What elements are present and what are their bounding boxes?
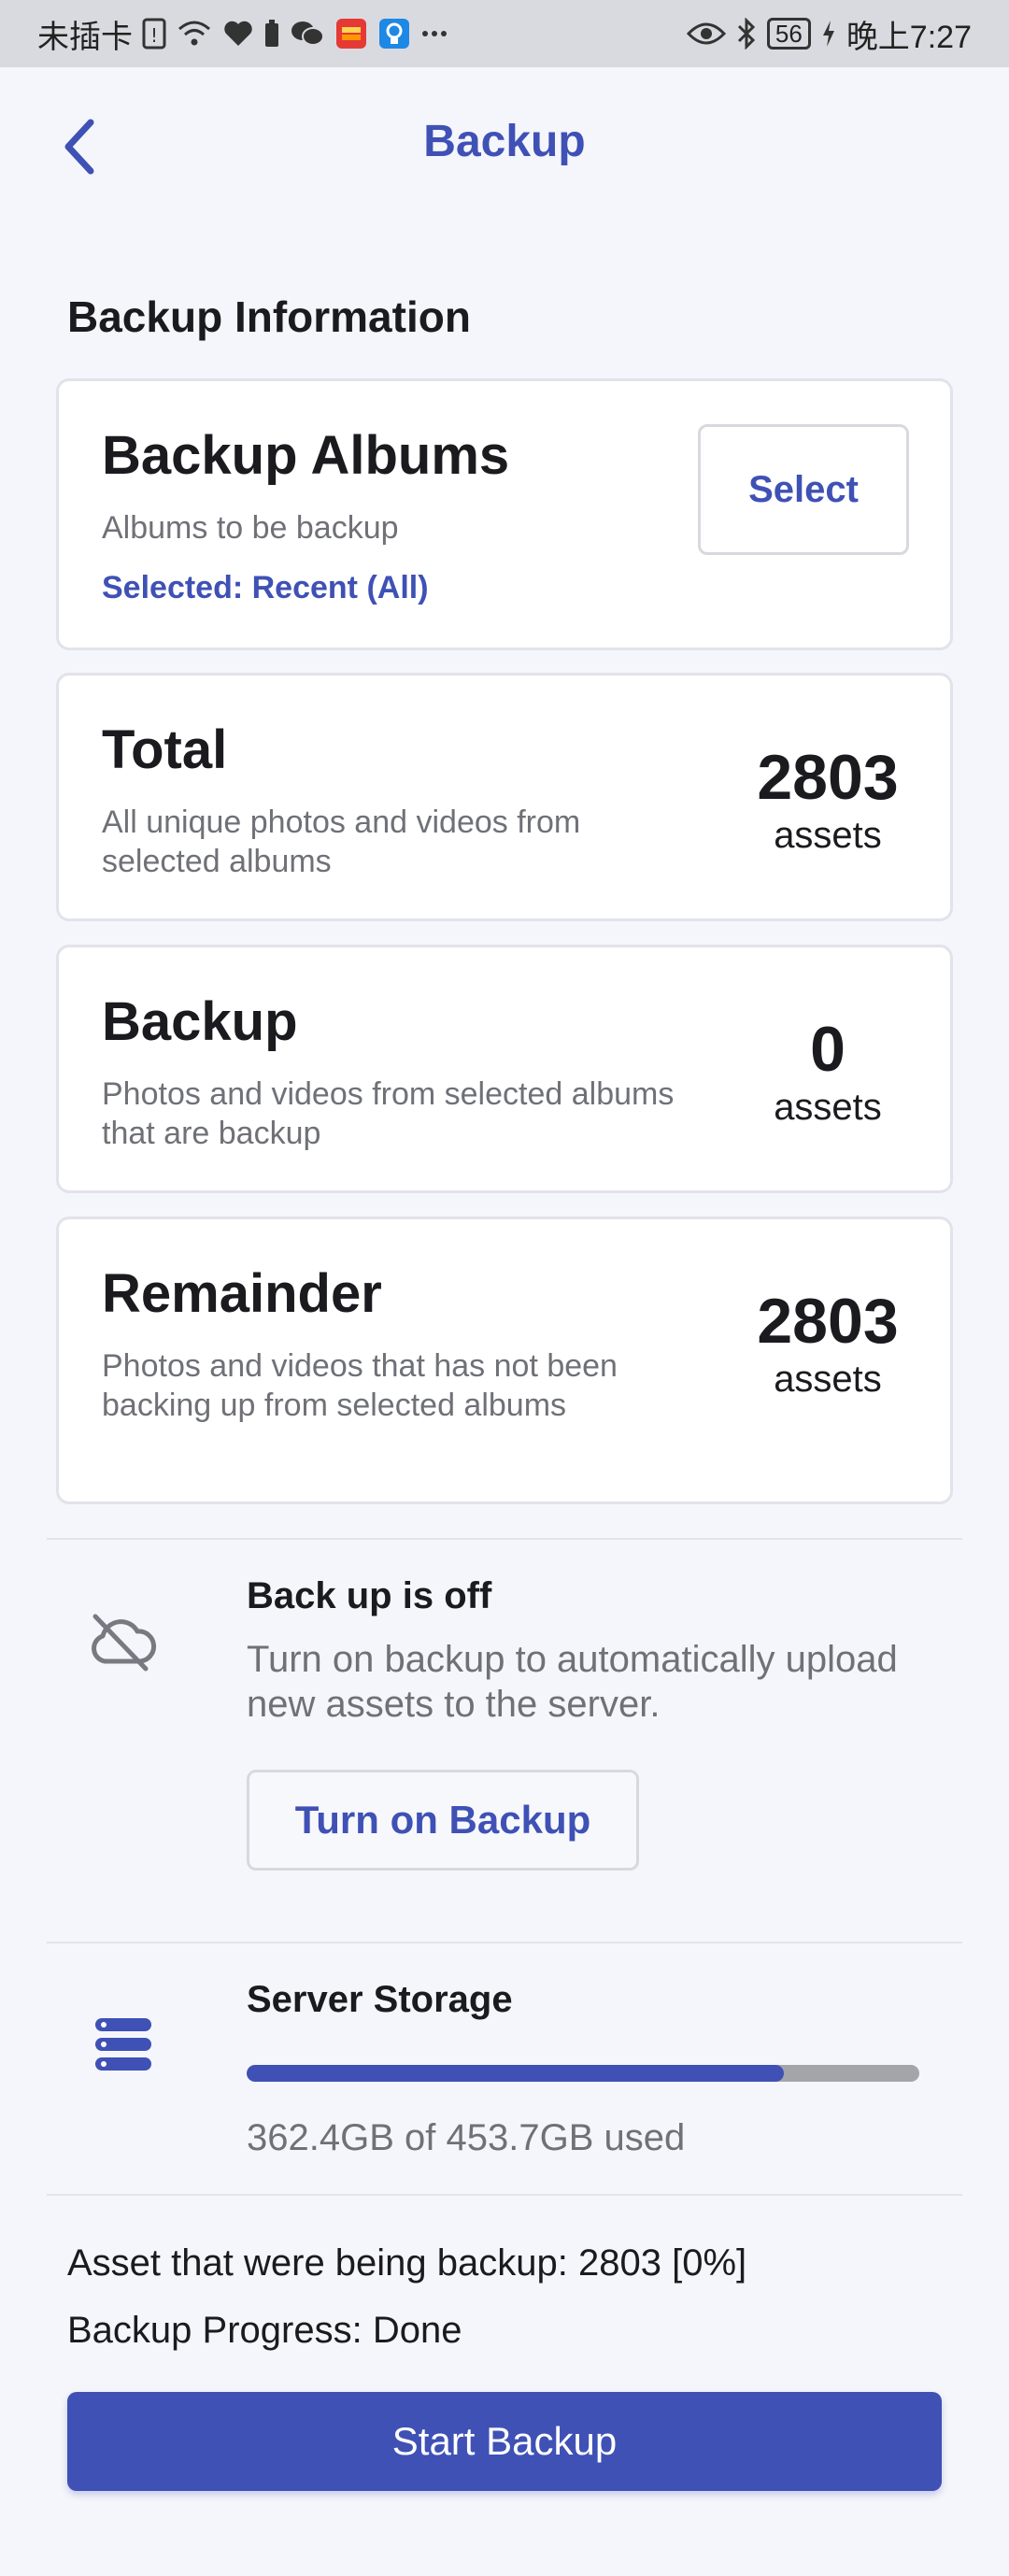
clock: 晚上7:27 <box>846 19 972 55</box>
assets-being-backed-up: Asset that were being backup: 2803 [0%] <box>67 2242 747 2284</box>
server-storage-title: Server Storage <box>247 1979 513 2020</box>
card-subtitle: Albums to be backup <box>102 510 399 546</box>
remainder-card: Remainder Photos and videos that has not… <box>56 1217 953 1504</box>
health-icon <box>222 17 254 50</box>
wifi-icon <box>176 17 213 50</box>
count-unit: assets <box>774 1359 882 1400</box>
count-unit: assets <box>774 815 882 856</box>
divider <box>47 1942 962 1943</box>
backup-progress-status: Backup Progress: Done <box>67 2310 462 2351</box>
divider <box>47 1538 962 1540</box>
storage-progress-fill <box>247 2065 785 2082</box>
cloud-off-icon <box>84 1605 159 1680</box>
status-bar: 未插卡 ! 56 晚上7:27 <box>0 0 1009 67</box>
card-subtitle: Photos and videos that has not been back… <box>102 1348 618 1423</box>
bulb-app-icon <box>377 17 411 50</box>
count-value: 2803 <box>757 742 899 813</box>
backup-albums-card: Backup Albums Albums to be backup Select… <box>56 378 953 650</box>
card-title: Backup Albums <box>102 425 510 486</box>
count-value: 0 <box>810 1014 846 1085</box>
backup-status-title: Back up is off <box>247 1575 492 1616</box>
app-bar: Backup <box>0 67 1009 226</box>
count-value: 2803 <box>757 1286 899 1357</box>
bluetooth-icon <box>735 17 758 50</box>
card-title: Backup <box>102 991 298 1052</box>
storage-usage-text: 362.4GB of 453.7GB used <box>247 2117 686 2158</box>
wechat-icon <box>290 17 325 50</box>
card-title: Total <box>102 719 228 780</box>
page-title: Backup <box>423 117 586 166</box>
select-albums-button[interactable]: Select <box>698 424 909 555</box>
card-subtitle: Photos and videos from selected albums t… <box>102 1076 675 1151</box>
card-title: Remainder <box>102 1263 382 1324</box>
battery-level: 56 <box>766 18 811 50</box>
eye-icon <box>686 17 726 50</box>
backup-card: Backup Photos and videos from selected a… <box>56 945 953 1193</box>
carrier-label: 未插卡 <box>37 19 133 55</box>
backup-status-description: Turn on backup to automatically upload n… <box>247 1639 898 1725</box>
backup-screen: 未插卡 ! 56 晚上7:27 Backup Backup Informatio… <box>0 0 1009 2576</box>
server-icon <box>92 2016 155 2072</box>
status-bar-left: 未插卡 ! <box>37 11 448 57</box>
asset-count: 0 assets <box>748 1013 907 1129</box>
count-unit: assets <box>774 1087 882 1128</box>
asset-count: 2803 assets <box>748 741 907 857</box>
total-card: Total All unique photos and videos from … <box>56 673 953 921</box>
selected-albums-label: Selected: Recent (All) <box>102 570 429 605</box>
section-title: Backup Information <box>67 292 471 341</box>
more-notifications-icon <box>420 17 448 50</box>
start-backup-button[interactable]: Start Backup <box>67 2392 942 2491</box>
storage-progress-bar <box>247 2065 919 2082</box>
divider <box>47 2194 962 2196</box>
asset-count: 2803 assets <box>748 1285 907 1401</box>
status-bar-right: 56 晚上7:27 <box>686 11 972 57</box>
charging-icon <box>820 17 837 50</box>
svg-text:!: ! <box>150 24 158 47</box>
card-subtitle: All unique photos and videos from select… <box>102 804 581 879</box>
app-notification-icon <box>334 17 368 50</box>
battery-small-icon <box>263 17 280 50</box>
no-sim-icon: ! <box>142 17 166 50</box>
turn-on-backup-button[interactable]: Turn on Backup <box>247 1770 639 1871</box>
